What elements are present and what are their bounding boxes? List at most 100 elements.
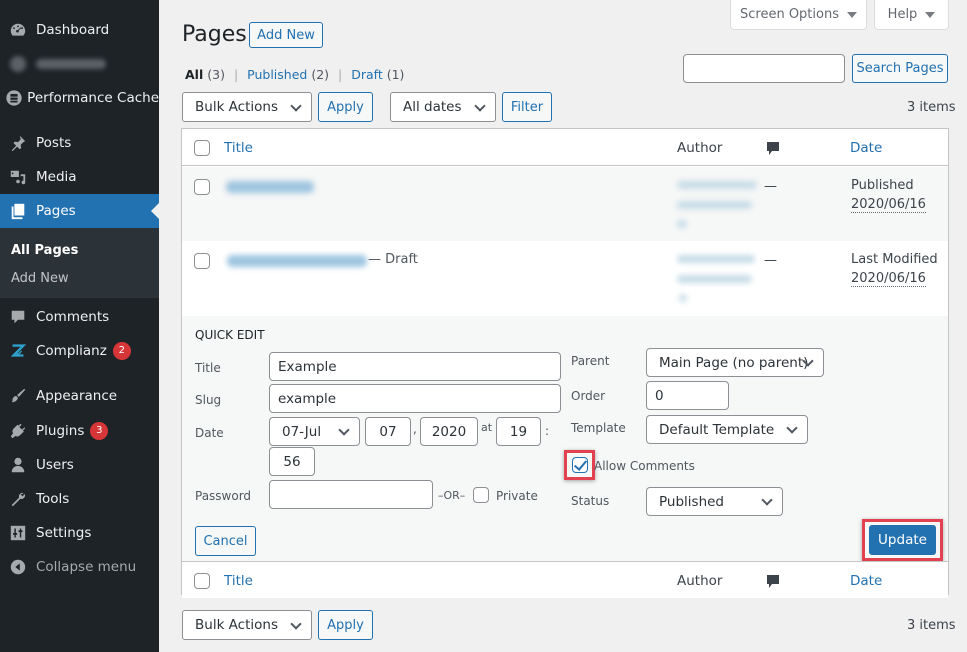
comment-bubble-icon[interactable] bbox=[766, 141, 780, 157]
apply-button-top[interactable]: Apply bbox=[318, 92, 373, 122]
sidebar-item-tools[interactable]: Tools bbox=[0, 482, 159, 516]
sidebar-item-redacted[interactable] bbox=[0, 47, 159, 81]
update-button[interactable]: Update bbox=[869, 525, 936, 555]
row-author[interactable] bbox=[677, 181, 757, 189]
redacted-icon bbox=[0, 56, 36, 72]
cache-icon bbox=[0, 89, 27, 107]
sidebar-item-users[interactable]: Users bbox=[0, 448, 159, 482]
sidebar-item-label: Complianz bbox=[36, 343, 107, 359]
collapse-menu-button[interactable]: Collapse menu bbox=[0, 550, 159, 584]
row-state: — Draft bbox=[368, 252, 418, 267]
quick-edit-panel: QUICK EDIT Title Example Slug example Da… bbox=[182, 316, 948, 561]
admin-sidebar: Dashboard Performance Cache Posts Media … bbox=[0, 0, 159, 652]
triangle-down-icon bbox=[847, 11, 857, 18]
filter-published-count: (2) bbox=[311, 67, 330, 82]
parent-label: Parent bbox=[571, 354, 610, 368]
bulk-actions-select-top[interactable]: Bulk Actions bbox=[182, 92, 312, 122]
bulk-actions-value: Bulk Actions bbox=[195, 99, 278, 115]
column-date[interactable]: Date bbox=[850, 573, 882, 589]
order-label: Order bbox=[571, 389, 606, 403]
complianz-badge: 2 bbox=[112, 342, 131, 360]
template-select[interactable]: Default Template bbox=[646, 415, 808, 444]
user-icon bbox=[0, 456, 36, 474]
search-input[interactable] bbox=[683, 54, 845, 83]
filter-draft[interactable]: Draft bbox=[351, 67, 383, 82]
bulk-actions-select-bottom[interactable]: Bulk Actions bbox=[182, 610, 312, 640]
complianz-icon bbox=[0, 342, 36, 360]
status-label: Status bbox=[571, 494, 610, 508]
filter-button[interactable]: Filter bbox=[502, 92, 552, 122]
row-title-link[interactable] bbox=[226, 181, 314, 193]
day-input[interactable]: 07 bbox=[365, 417, 411, 446]
filter-published[interactable]: Published bbox=[247, 67, 307, 82]
minute-input[interactable]: 56 bbox=[269, 447, 315, 476]
date-comma: , bbox=[413, 422, 417, 436]
sidebar-item-posts[interactable]: Posts bbox=[0, 126, 159, 160]
sidebar-item-dashboard[interactable]: Dashboard bbox=[0, 13, 159, 47]
year-input[interactable]: 2020 bbox=[420, 417, 478, 446]
redacted-label bbox=[36, 59, 106, 69]
submenu-all-pages[interactable]: All Pages bbox=[11, 243, 78, 258]
status-value: Published bbox=[659, 493, 724, 510]
parent-select[interactable]: Main Page (no parent) bbox=[646, 348, 824, 377]
sidebar-item-settings[interactable]: Settings bbox=[0, 516, 159, 550]
items-count-top: 3 items bbox=[907, 100, 956, 115]
page-title: Pages bbox=[182, 22, 247, 47]
select-all-checkbox-bottom[interactable] bbox=[194, 573, 210, 589]
quick-edit-legend: QUICK EDIT bbox=[195, 328, 265, 342]
chevron-down-icon bbox=[474, 100, 486, 112]
sidebar-item-label: Posts bbox=[36, 135, 72, 151]
filter-all[interactable]: All bbox=[185, 67, 203, 82]
pages-table: Title Author Date — Published 2020/06/16… bbox=[181, 128, 949, 598]
sidebar-item-complianz[interactable]: Complianz 2 bbox=[0, 334, 159, 368]
search-pages-button[interactable]: Search Pages bbox=[852, 54, 948, 83]
screen-options-button[interactable]: Screen Options bbox=[730, 0, 867, 30]
submenu-add-new[interactable]: Add New bbox=[11, 271, 69, 286]
chevron-down-icon bbox=[761, 494, 773, 506]
bulk-actions-value: Bulk Actions bbox=[195, 617, 278, 633]
sidebar-item-label: Media bbox=[36, 169, 77, 185]
sidebar-item-label: Tools bbox=[36, 491, 70, 507]
table-header: Title Author Date bbox=[182, 129, 948, 166]
row-author-line bbox=[677, 201, 752, 209]
row-date: 2020/06/16 bbox=[851, 271, 926, 287]
dates-value: All dates bbox=[403, 99, 462, 115]
date-at: at bbox=[481, 421, 493, 434]
add-new-button[interactable]: Add New bbox=[249, 22, 323, 48]
sidebar-item-plugins[interactable]: Plugins 3 bbox=[0, 414, 159, 448]
plugins-badge: 3 bbox=[90, 422, 109, 440]
row-author[interactable] bbox=[677, 255, 755, 263]
hour-input[interactable]: 19 bbox=[496, 417, 541, 446]
row-title-link[interactable] bbox=[227, 255, 367, 267]
month-select[interactable]: 07-Jul bbox=[269, 417, 360, 446]
comment-bubble-icon[interactable] bbox=[766, 574, 780, 590]
separator: | bbox=[338, 67, 343, 82]
dates-select[interactable]: All dates bbox=[390, 92, 496, 122]
sidebar-item-comments[interactable]: Comments bbox=[0, 300, 159, 334]
row-checkbox[interactable] bbox=[194, 253, 210, 269]
sidebar-item-label: Comments bbox=[36, 309, 110, 325]
sidebar-item-appearance[interactable]: Appearance bbox=[0, 379, 159, 413]
apply-button-bottom[interactable]: Apply bbox=[318, 610, 373, 640]
column-title[interactable]: Title bbox=[224, 140, 253, 156]
sidebar-item-media[interactable]: Media bbox=[0, 160, 159, 194]
parent-value: Main Page (no parent) bbox=[659, 354, 809, 371]
slug-input[interactable]: example bbox=[269, 384, 561, 413]
password-input[interactable] bbox=[269, 480, 433, 509]
status-select[interactable]: Published bbox=[646, 487, 783, 516]
help-button[interactable]: Help bbox=[874, 0, 949, 30]
row-comments: — bbox=[764, 253, 777, 268]
column-title[interactable]: Title bbox=[224, 573, 253, 589]
order-input[interactable]: 0 bbox=[646, 381, 729, 410]
chevron-down-icon bbox=[290, 618, 302, 630]
private-checkbox[interactable] bbox=[473, 487, 489, 503]
column-date[interactable]: Date bbox=[850, 140, 882, 156]
allow-comments-checkbox[interactable] bbox=[572, 457, 588, 473]
sidebar-item-pages[interactable]: Pages bbox=[0, 194, 159, 228]
row-checkbox[interactable] bbox=[194, 179, 210, 195]
cancel-button[interactable]: Cancel bbox=[195, 526, 256, 556]
status-filter-links: All (3) | Published (2) | Draft (1) bbox=[185, 67, 404, 82]
select-all-checkbox[interactable] bbox=[194, 140, 210, 156]
sidebar-item-performance-cache[interactable]: Performance Cache bbox=[0, 81, 159, 115]
title-input[interactable]: Example bbox=[269, 352, 561, 381]
